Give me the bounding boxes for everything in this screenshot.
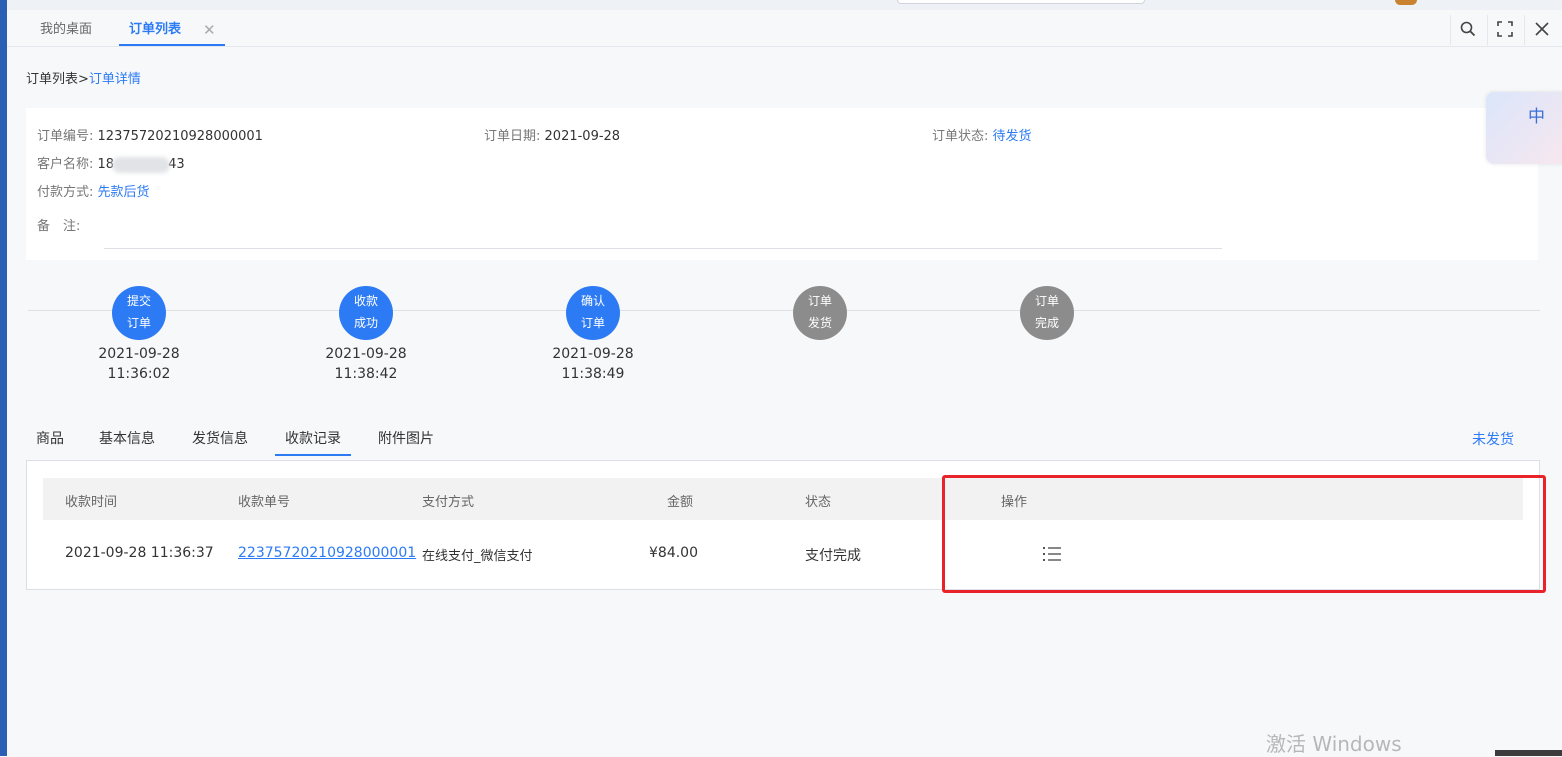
th-payment-method: 支付方式 <box>422 495 475 510</box>
breadcrumb-parent[interactable]: 订单列表 <box>26 72 78 87</box>
step-label-line2: 发货 <box>807 316 832 330</box>
tab-order-list-label: 订单列表 <box>129 22 182 37</box>
order-number-label: 订单编号: <box>37 129 94 144</box>
tab-bar: 我的桌面 订单列表 ✕ <box>7 10 1562 47</box>
order-number-value: 12375720210928000001 <box>97 129 263 144</box>
customer-redacted <box>112 156 171 173</box>
search-button[interactable] <box>1450 15 1485 45</box>
ship-status: 未发货 <box>1472 432 1514 448</box>
step-label-line1: 提交 <box>126 294 151 308</box>
steps-line <box>28 310 1540 311</box>
payment-label: 付款方式: <box>37 185 94 200</box>
step-date: 2021-09-28 <box>98 346 180 362</box>
breadcrumb-current: 订单详情 <box>88 72 141 87</box>
fullscreen-button[interactable] <box>1487 15 1522 45</box>
top-search-fragment <box>897 0 1145 4</box>
step-time: 2021-09-28 11:38:42 <box>306 344 426 384</box>
top-decoration <box>1395 0 1417 5</box>
highlight-box <box>942 475 1546 593</box>
order-date-field: 订单日期: 2021-09-28 <box>484 125 620 144</box>
order-info-card: 订单编号: 12375720210928000001 订单日期: 2021-09… <box>26 108 1538 260</box>
step-time: 2021-09-28 11:38:49 <box>533 344 653 384</box>
windows-watermark: 激活 Windows <box>1266 732 1402 756</box>
step-confirm-order: 确认 订单 <box>566 286 620 340</box>
step-date: 2021-09-28 <box>552 346 634 362</box>
cell-payment-time: 2021-09-28 11:36:37 <box>65 545 214 561</box>
step-complete-order: 订单 完成 <box>1020 286 1074 340</box>
cell-amount: ¥84.00 <box>649 545 698 561</box>
top-strip <box>7 0 1562 10</box>
order-number-field: 订单编号: 12375720210928000001 <box>37 125 263 144</box>
tab-home[interactable]: 我的桌面 <box>40 10 92 44</box>
customer-label: 客户名称: <box>37 157 94 172</box>
th-status: 状态 <box>805 495 832 510</box>
step-label-line1: 订单 <box>1034 294 1059 308</box>
cell-status: 支付完成 <box>805 548 861 564</box>
customer-value-suffix: 43 <box>168 157 185 172</box>
step-submit-order: 提交 订单 <box>112 286 166 340</box>
order-date-label: 订单日期: <box>484 129 541 144</box>
close-button[interactable] <box>1524 15 1559 45</box>
step-label-line1: 确认 <box>580 294 605 308</box>
step-clock: 11:38:49 <box>561 366 625 382</box>
taskbar-fragment <box>1495 750 1562 756</box>
note-input-line[interactable] <box>104 248 1222 249</box>
payment-field: 付款方式: 先款后货 <box>37 181 150 200</box>
tab-products[interactable]: 商品 <box>36 428 64 454</box>
th-payment-time: 收款时间 <box>65 495 118 510</box>
step-label-line2: 成功 <box>353 316 378 330</box>
tab-payment-records[interactable]: 收款记录 <box>275 428 351 456</box>
tab-shipping-info[interactable]: 发货信息 <box>192 428 248 454</box>
step-date: 2021-09-28 <box>325 346 407 362</box>
step-payment-success: 收款 成功 <box>339 286 393 340</box>
tab-order-list[interactable]: 订单列表 ✕ <box>119 10 225 46</box>
th-amount: 金额 <box>667 495 694 510</box>
note-field: 备 注: <box>37 215 80 234</box>
search-icon <box>1460 21 1476 37</box>
order-status-field: 订单状态: 待发货 <box>932 125 1032 144</box>
order-status-label: 订单状态: <box>932 129 989 144</box>
step-clock: 11:38:42 <box>334 366 398 382</box>
float-badge-text: 中 <box>1528 107 1545 127</box>
tab-attachments[interactable]: 附件图片 <box>378 428 434 454</box>
payment-value: 先款后货 <box>97 185 150 200</box>
order-date-value: 2021-09-28 <box>544 129 621 144</box>
step-label-line2: 完成 <box>1034 316 1059 330</box>
step-label-line2: 订单 <box>580 316 605 330</box>
tab-basic-info[interactable]: 基本信息 <box>99 428 155 454</box>
step-label-line2: 订单 <box>126 316 151 330</box>
step-label-line1: 订单 <box>807 294 832 308</box>
note-label: 备 注: <box>37 219 81 234</box>
step-clock: 11:36:02 <box>107 366 171 382</box>
th-payment-no: 收款单号 <box>238 495 291 510</box>
step-time: 2021-09-28 11:36:02 <box>79 344 199 384</box>
cell-payment-no-link[interactable]: 22375720210928000001 <box>238 545 416 561</box>
order-status-value: 待发货 <box>992 129 1032 144</box>
cell-payment-method: 在线支付_微信支付 <box>422 549 533 564</box>
fullscreen-icon <box>1497 21 1513 37</box>
breadcrumb-separator: > <box>78 72 89 87</box>
window-left-edge <box>0 0 7 756</box>
customer-field: 客户名称: 18 43 <box>37 153 185 173</box>
step-ship-order: 订单 发货 <box>793 286 847 340</box>
tab-close-icon[interactable]: ✕ <box>203 10 216 50</box>
breadcrumb: 订单列表>订单详情 <box>26 68 141 87</box>
close-icon <box>1535 22 1549 36</box>
float-badge[interactable]: 中 <box>1486 92 1562 164</box>
step-label-line1: 收款 <box>353 294 378 308</box>
